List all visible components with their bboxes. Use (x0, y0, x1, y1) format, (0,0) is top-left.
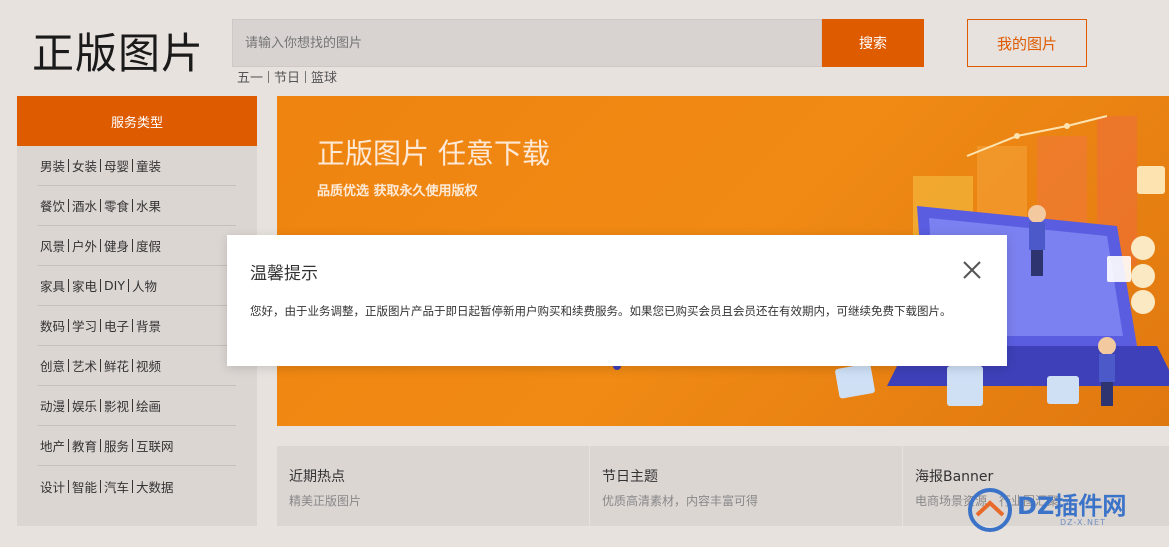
category-sidebar: 服务类型 男装 女装 母婴 童装 餐饮 酒水 零食 水果 风景 户外 健身 度假 家具 家电 DIY 人物 数码… (17, 96, 257, 526)
category-link[interactable]: 背景 (133, 316, 164, 335)
category-row: 风景 户外 健身 度假 (38, 226, 236, 266)
category-link[interactable]: 互联网 (133, 436, 177, 455)
card-holiday-theme[interactable]: 节日主题 优质高清素材，内容丰富可得 (590, 446, 902, 526)
category-link[interactable]: 童装 (133, 156, 164, 175)
category-link[interactable]: 人物 (129, 276, 160, 295)
category-link[interactable]: 动漫 (38, 396, 68, 415)
hot-words: 五一 节日 篮球 (237, 67, 337, 86)
category-link[interactable]: 男装 (38, 156, 68, 175)
search-input[interactable] (233, 20, 821, 66)
hot-word-link[interactable]: 节日 (274, 67, 300, 86)
category-row: 地产 教育 服务 互联网 (38, 426, 236, 466)
banner-subtitle: 品质优选 获取永久使用版权 (317, 184, 478, 199)
divider (268, 70, 270, 83)
category-link[interactable]: 视频 (133, 356, 164, 375)
watermark-url: DZ-X.NET (1060, 518, 1106, 527)
category-link[interactable]: 家具 (38, 276, 68, 295)
watermark-text: DZ插件网 (1017, 492, 1127, 520)
dialog-title: 温馨提示 (250, 264, 318, 284)
close-icon[interactable] (961, 259, 983, 281)
sidebar-list: 男装 女装 母婴 童装 餐饮 酒水 零食 水果 风景 户外 健身 度假 家具 家电 DIY 人物 数码 学习 电子背… (17, 146, 257, 506)
category-link[interactable]: DIY (101, 278, 128, 293)
card-recent-hot[interactable]: 近期热点 精美正版图片 (277, 446, 589, 526)
category-link[interactable]: 汽车 (101, 477, 132, 496)
sidebar-title: 服务类型 (17, 96, 257, 146)
category-link[interactable]: 设计 (38, 477, 68, 496)
category-link[interactable]: 女装 (69, 156, 100, 175)
category-link[interactable]: 学习 (69, 316, 100, 335)
category-row: 创意 艺术 鲜花 视频 (38, 346, 236, 386)
watermark-logo-icon (968, 488, 1012, 532)
site-logo[interactable]: 正版图片 (32, 20, 204, 81)
watermark: DZ插件网 DZ-X.NET (965, 480, 1165, 540)
category-link[interactable]: 酒水 (69, 196, 100, 215)
category-link[interactable]: 服务 (101, 436, 132, 455)
hot-word-link[interactable]: 五一 (237, 67, 263, 86)
category-link[interactable]: 智能 (69, 477, 100, 496)
category-link[interactable]: 艺术 (69, 356, 100, 375)
search-button[interactable]: 搜索 (822, 19, 924, 67)
search-box (232, 19, 822, 67)
category-row: 动漫 娱乐 影视 绘画 (38, 386, 236, 426)
category-link[interactable]: 绘画 (133, 396, 164, 415)
category-link[interactable]: 影视 (101, 396, 132, 415)
card-description: 优质高清素材，内容丰富可得 (602, 494, 759, 508)
category-link[interactable]: 电子 (101, 316, 132, 335)
category-link[interactable]: 风景 (38, 236, 68, 255)
divider (305, 70, 307, 83)
category-row: 家具 家电 DIY 人物 (38, 266, 236, 306)
category-link[interactable]: 地产 (38, 436, 68, 455)
category-link[interactable]: 鲜花 (101, 356, 132, 375)
category-link[interactable]: 度假 (133, 236, 164, 255)
card-title: 节日主题 (602, 469, 658, 485)
category-row: 餐饮 酒水 零食 水果 (38, 186, 236, 226)
category-link[interactable]: 家电 (69, 276, 100, 295)
category-row: 数码 学习 电子 背景 (38, 306, 236, 346)
card-description: 精美正版图片 (289, 494, 362, 508)
hot-word-link[interactable]: 篮球 (311, 67, 337, 86)
dialog-message: 您好，由于业务调整，正版图片产品于即日起暂停新用户购买和续费服务。如果您已购买会… (250, 304, 952, 318)
notice-dialog: 温馨提示 您好，由于业务调整，正版图片产品于即日起暂停新用户购买和续费服务。如果… (227, 235, 1007, 366)
category-link[interactable]: 健身 (101, 236, 132, 255)
my-pictures-button[interactable]: 我的图片 (967, 19, 1087, 67)
category-link[interactable]: 零食 (101, 196, 132, 215)
category-link[interactable]: 娱乐 (69, 396, 100, 415)
category-link[interactable]: 餐饮 (38, 196, 68, 215)
category-row: 设计 智能 汽车 大数据 (38, 466, 236, 506)
category-link[interactable]: 数码 (38, 316, 68, 335)
category-link[interactable]: 教育 (69, 436, 100, 455)
category-link[interactable]: 户外 (69, 236, 100, 255)
category-link[interactable]: 创意 (38, 356, 68, 375)
category-link[interactable]: 大数据 (133, 477, 177, 496)
card-title: 近期热点 (289, 469, 345, 485)
category-row: 男装 女装 母婴 童装 (38, 146, 236, 186)
category-link[interactable]: 水果 (133, 196, 164, 215)
banner-title: 正版图片 任意下载 (317, 137, 550, 170)
category-link[interactable]: 母婴 (101, 156, 132, 175)
